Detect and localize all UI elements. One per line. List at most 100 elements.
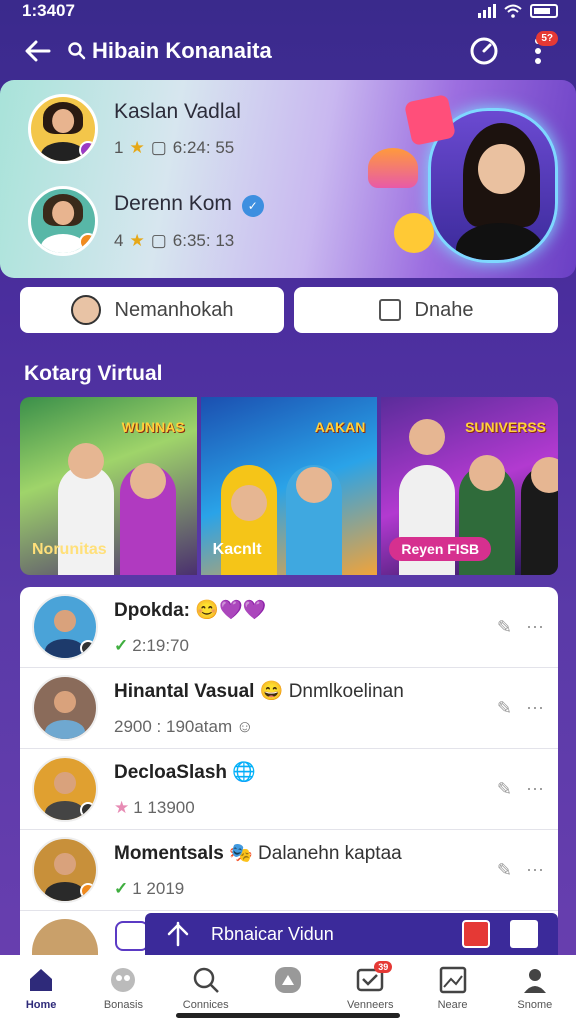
mini-player-title: Rbnaicar Vidun — [211, 923, 334, 944]
message-button[interactable]: Dnahe — [294, 287, 558, 333]
nav-item-inbox[interactable]: 39 Venneers — [334, 961, 406, 1011]
avatar — [28, 186, 98, 256]
search-icon — [68, 42, 86, 60]
hero-illustration — [368, 93, 558, 268]
edit-icon[interactable]: ✎ — [497, 860, 512, 881]
hero-user-rating: 1 — [114, 138, 124, 157]
nav-label: Home — [25, 999, 57, 1011]
list-item-meta: 1 13900 — [133, 798, 195, 817]
card-sign: WUNNAS — [121, 419, 185, 435]
virtual-cards: WUNNAS Norunitas AAKAN Kacnlt SUNIVERSS … — [20, 397, 558, 575]
star-icon: ★ — [129, 138, 145, 157]
wifi-icon — [504, 4, 522, 18]
grid-icon[interactable] — [462, 920, 490, 948]
avatar — [70, 295, 101, 325]
list-item[interactable]: Dpokda: 😊💜💜 ✓ 2:19:70 ✎ ⋯ — [20, 587, 558, 668]
more-horizontal-icon[interactable]: ⋯ — [526, 698, 544, 719]
action-row: Nemanhokah Dnahe — [20, 287, 558, 333]
card-sign: AAKAN — [314, 419, 366, 435]
list-item-meta: 2:19:70 — [132, 636, 189, 655]
refresh-button[interactable] — [464, 31, 504, 71]
nav-item-search[interactable]: Connices — [170, 965, 242, 1011]
list-item-emoji: 🌐 — [232, 762, 256, 783]
hero-banner[interactable]: Kaslan Vadlal 1 ★ ▢ 6:24: 55 Derenn Kom … — [0, 80, 576, 278]
arrow-left-icon — [25, 40, 51, 62]
share-icon[interactable] — [165, 921, 191, 947]
checkmark-icon: ✓ — [114, 636, 129, 655]
mini-player[interactable]: Rbnaicar Vidun — [145, 913, 558, 955]
clock-icon: ▢ — [150, 138, 167, 157]
people-icon — [111, 968, 136, 992]
list-item-title: Momentsals — [114, 843, 224, 864]
card-label: Reyen FISB — [389, 537, 492, 561]
virtual-card[interactable]: WUNNAS Norunitas — [20, 397, 197, 575]
edit-icon[interactable]: ✎ — [497, 617, 512, 638]
virtual-card[interactable]: AAKAN Kacnlt — [200, 397, 378, 575]
profile-action-label: Nemanhokah — [114, 298, 234, 321]
list-item-meta: 1 2019 — [132, 879, 185, 898]
gallery-icon — [439, 966, 466, 994]
nav-item-gallery[interactable]: Neare — [417, 965, 489, 1011]
edit-icon[interactable]: ✎ — [497, 779, 512, 800]
status-time: 1:3407 — [22, 1, 75, 20]
home-indicator — [176, 1013, 400, 1018]
music-note-icon[interactable] — [510, 920, 538, 948]
status-bar: 1:3407 — [0, 0, 576, 22]
signal-icon — [478, 4, 496, 18]
profile-action-button[interactable]: Nemanhokah — [20, 287, 284, 333]
list-item-emoji: 😊💜💜 — [195, 600, 267, 621]
avatar — [32, 919, 98, 959]
hero-user-2[interactable]: Derenn Kom ✓ 4 ★ ▢ 6:35: 13 — [28, 186, 264, 256]
nav-item-profile[interactable]: Snome — [499, 965, 571, 1011]
avatar — [28, 94, 98, 164]
list-item[interactable]: Hinantal Vasual 😄 Dnmlkoelinan 2900 : 19… — [20, 668, 558, 749]
star-icon: ★ — [129, 230, 145, 250]
home-icon — [30, 969, 53, 991]
card-label: Norunitas — [32, 541, 107, 558]
nav-item-home[interactable]: Home — [5, 965, 77, 1011]
balloon-icon — [368, 148, 418, 188]
back-button[interactable] — [18, 31, 58, 71]
nav-badge: 39 — [374, 961, 393, 973]
list-item-title: DecloaSlash — [114, 762, 227, 783]
list-item-subtitle: Dalanehn kaptaa — [258, 843, 402, 864]
hero-user-stat: 6:35: 13 — [172, 230, 235, 250]
nav-label: Neare — [437, 999, 468, 1011]
hero-user-rating: 4 — [114, 230, 124, 250]
bottom-nav: Home Bonasis Connices 39 Venneers Neare — [0, 955, 576, 1024]
edit-icon[interactable]: ✎ — [497, 698, 512, 719]
emoji-icon: ☺ — [236, 717, 254, 736]
nav-item-people[interactable]: Bonasis — [87, 965, 159, 1011]
hero-user-1[interactable]: Kaslan Vadlal 1 ★ ▢ 6:24: 55 — [28, 94, 241, 164]
nav-item-create[interactable] — [252, 965, 324, 999]
list-item-emoji: 😄 — [259, 681, 284, 702]
nav-label: Bonasis — [103, 999, 143, 1011]
battery-icon — [530, 4, 558, 18]
refresh-icon — [470, 37, 498, 65]
more-horizontal-icon[interactable]: ⋯ — [526, 779, 544, 800]
more-horizontal-icon[interactable]: ⋯ — [526, 617, 544, 638]
virtual-card[interactable]: SUNIVERSS Reyen FISB — [381, 397, 558, 575]
nav-label: Venneers — [347, 999, 394, 1011]
section-title: Kotarg Virtual — [24, 362, 163, 385]
more-menu-button[interactable]: 5? — [518, 31, 558, 71]
search-bar[interactable]: Hibain Konanaita — [68, 38, 450, 64]
more-horizontal-icon[interactable]: ⋯ — [526, 860, 544, 881]
avatar — [32, 675, 98, 741]
list-item-title: Dpokda: — [114, 600, 190, 621]
verified-icon: ✓ — [241, 194, 264, 217]
chat-icon — [378, 299, 401, 321]
message-button-label: Dnahe — [414, 298, 474, 321]
avatar — [32, 837, 98, 903]
list-item-subtitle: Dnmlkoelinan — [288, 681, 404, 702]
list-item[interactable]: DecloaSlash 🌐 ★ 1 13900 ✎ ⋯ — [20, 749, 558, 830]
page-title: Hibain Konanaita — [92, 38, 272, 63]
nav-label: Connices — [182, 999, 229, 1011]
create-icon — [274, 967, 301, 993]
card-sign: SUNIVERSS — [465, 419, 547, 435]
camera-icon[interactable] — [115, 921, 149, 951]
search-icon — [193, 967, 219, 993]
list-item-title: Hinantal Vasual — [114, 681, 255, 702]
top-bar: Hibain Konanaita 5? — [0, 28, 576, 74]
list-item[interactable]: Momentsals 🎭 Dalanehn kaptaa ✓ 1 2019 ✎ … — [20, 830, 558, 911]
